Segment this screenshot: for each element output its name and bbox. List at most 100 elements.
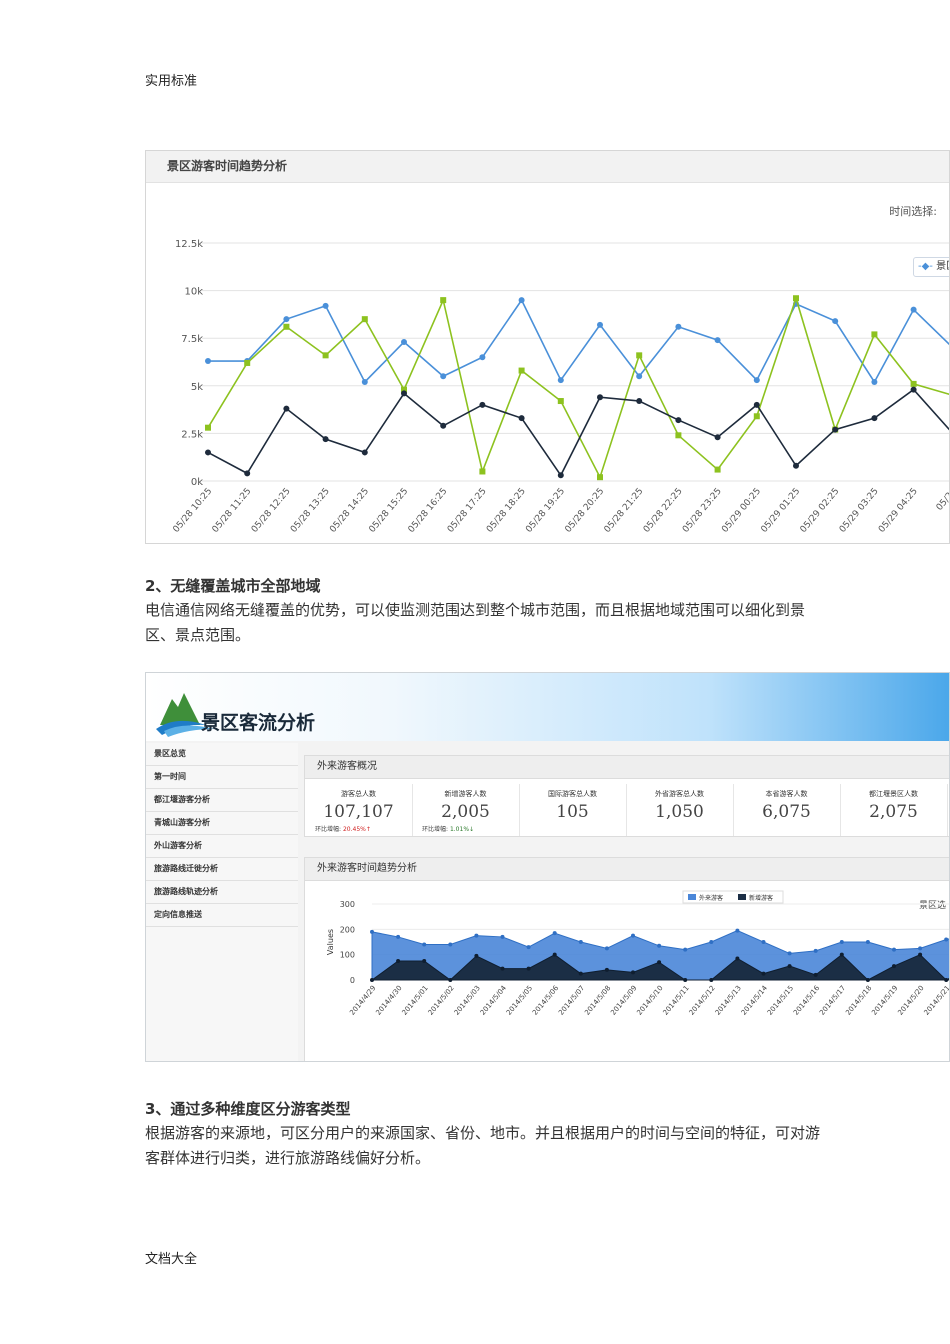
data-point (578, 940, 583, 944)
x-tick-label: 2014/5/05 (505, 984, 534, 1017)
data-point (735, 956, 740, 961)
sidebar-item-route-trajectory[interactable]: 旅游路线轨迹分析 (146, 881, 298, 904)
x-tick-label: 05/28 14:25 (328, 487, 371, 535)
data-point (578, 971, 583, 976)
data-point (597, 474, 603, 481)
data-point (322, 436, 329, 443)
x-tick-label: 2014/5/10 (635, 984, 664, 1017)
data-point (793, 462, 799, 469)
x-tick-label: 05/28 16:25 (407, 487, 450, 535)
x-tick-label: 2014/5/19 (870, 984, 899, 1017)
x-tick-label: 05/29 04:25 (877, 487, 920, 535)
sidebar-item-route-migration[interactable]: 旅游路线迁徙分析 (146, 858, 298, 881)
kpi-new-visitors: 新增游客人数 2,005 环比增幅: 1.01%↓ (412, 784, 520, 836)
data-point (918, 952, 923, 957)
x-tick-label: 05/28 19:25 (524, 487, 567, 535)
kpi-change: 环比增幅: 1.01%↓ (422, 826, 475, 833)
x-tick-label: 05/28 13:25 (289, 487, 332, 535)
x-tick-label: 2014/4/29 (348, 984, 377, 1017)
x-tick-label: 05/29 01:25 (759, 487, 802, 535)
y-tick-label: 2.5k (181, 429, 203, 440)
section-2-body: 电信通信网络无缝覆盖的优势，可以使监测范围达到整个城市范围，而且根据地域范围可以… (145, 601, 806, 644)
kpi-dujiangyan: 都江堰景区人数 2,075 (840, 784, 948, 836)
data-point (657, 943, 662, 948)
x-tick-label: 05/28 21:25 (603, 487, 646, 535)
data-point (683, 947, 688, 952)
data-point (944, 937, 949, 942)
line-chart: 0k 2.5k 5k 7.5k 10k 12.5k 05/28 10:2505/28 11:… (171, 239, 950, 535)
data-point (910, 306, 917, 313)
kpi-value: 107,107 (323, 802, 394, 822)
kpi-value: 2,005 (441, 802, 490, 822)
data-point (422, 959, 427, 963)
kpi-label: 游客总人数 (341, 790, 376, 798)
chart-legend: 外来游客 新增游客 (682, 890, 784, 904)
legend-swatch (688, 894, 696, 900)
x-tick-label: 2014/5/03 (453, 984, 482, 1017)
data-point (787, 951, 792, 956)
data-point (322, 302, 329, 309)
data-point (440, 422, 447, 429)
sidebar-item-dujiangyan[interactable]: 都江堰游客分析 (146, 789, 298, 812)
x-tick-label: 05/28 12:25 (250, 487, 293, 535)
data-point (714, 466, 721, 473)
data-point (675, 323, 682, 330)
data-point (892, 947, 896, 952)
section-3-body: 根据游客的来源地，可区分用户的来源国家、省份、地市。并且根据用户的时间与空间的特… (145, 1124, 821, 1167)
data-point (500, 934, 505, 939)
y-tick-label: 300 (340, 900, 355, 909)
data-point (631, 933, 635, 938)
data-point (944, 978, 949, 982)
data-point (918, 946, 923, 951)
data-point (396, 934, 401, 939)
sidebar-item-push[interactable]: 定向信息推送 (146, 904, 298, 927)
data-point (597, 394, 603, 401)
data-point (370, 978, 374, 982)
data-point (892, 964, 896, 969)
y-tick-label: 100 (340, 951, 355, 960)
x-tick-label: 05/28 11:25 (211, 487, 254, 535)
kpi-total-visitors: 游客总人数 107,107 环比增幅: 20.45%↑ (305, 784, 413, 836)
data-point (631, 970, 635, 975)
data-point (714, 434, 721, 441)
section-3-title: 3、通过多种维度区分游客类型 (145, 1100, 351, 1118)
data-point (832, 426, 839, 433)
sidebar-item-overview[interactable]: 景区总览 (146, 743, 298, 766)
x-tick-label: 05/28 23:25 (681, 487, 724, 535)
kpi-other-province: 外省游客总人数 1,050 (626, 784, 734, 836)
sidebar-item-realtime[interactable]: 第一时间 (146, 766, 298, 789)
x-tick-label: 05/28 22:25 (642, 487, 685, 535)
data-point (479, 468, 486, 475)
kpi-label: 新增游客人数 (444, 790, 487, 798)
data-point (479, 401, 486, 408)
x-tick-label: 2014/5/02 (427, 984, 456, 1017)
x-tick-label: 05/29 (935, 486, 950, 513)
data-point (871, 331, 878, 338)
data-point (518, 415, 525, 422)
x-tick-label: 2014/5/20 (896, 984, 925, 1017)
overview-panel: 外来游客概况 游客总人数 107,107 环比增幅: 20.45%↑ 新增游客人… (304, 755, 949, 837)
trend-panel: 外来游客时间趋势分析 景区选 0 100 200 300 Values 2014/4/29… (304, 857, 949, 1061)
data-point (832, 318, 839, 325)
data-point (839, 952, 844, 957)
sidebar-item-waishan[interactable]: 外山游客分析 (146, 835, 298, 858)
data-point (683, 978, 688, 982)
data-point (735, 928, 740, 933)
sidebar-item-qingchengshan[interactable]: 青城山游客分析 (146, 812, 298, 835)
data-point (283, 405, 290, 412)
x-tick-label: 05/28 20:25 (563, 487, 606, 535)
data-point (871, 415, 878, 422)
data-point (709, 940, 714, 944)
data-point (440, 297, 447, 304)
data-point (526, 966, 531, 971)
data-point (361, 378, 368, 385)
section-2-title: 2、无缝覆盖城市全部地域 (145, 577, 321, 595)
y-tick-label: 5k (191, 382, 203, 393)
data-point (552, 931, 557, 936)
sidebar: 景区总览 第一时间 都江堰游客分析 青城山游客分析 外山游客分析 旅游路线迁徙分… (146, 743, 298, 1061)
x-tick-label: 05/29 02:25 (799, 487, 842, 535)
data-point (283, 316, 290, 323)
series-line (207, 388, 949, 477)
data-point (793, 295, 799, 302)
data-point (244, 470, 251, 477)
